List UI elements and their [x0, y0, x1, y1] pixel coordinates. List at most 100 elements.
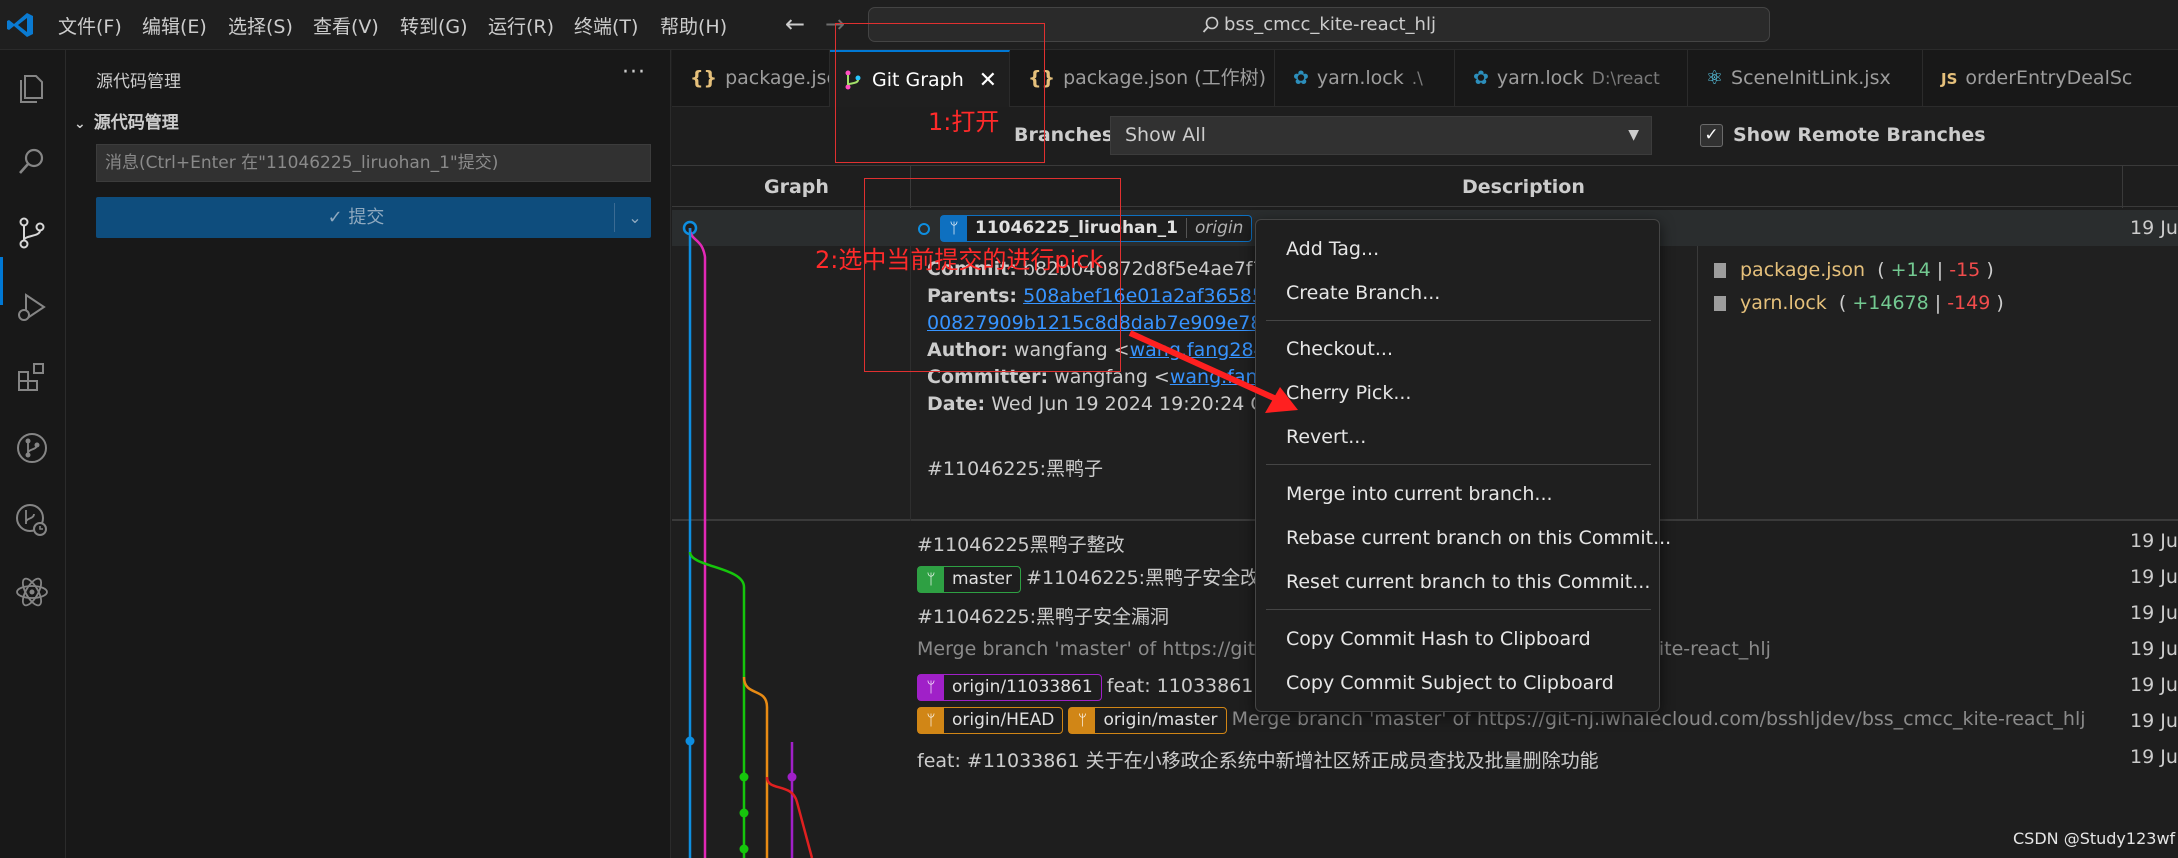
commit-subject: #11046225:黑鸭子安全改造: [1026, 567, 1279, 589]
menu-selection[interactable]: 选择(S): [228, 12, 293, 39]
git-history-icon[interactable]: [12, 500, 52, 540]
column-description: Description: [1462, 176, 1585, 198]
menu-go[interactable]: 转到(G): [400, 12, 468, 39]
commit-date: 19 Jun: [2130, 638, 2178, 660]
react-icon[interactable]: [12, 572, 52, 612]
search-icon[interactable]: [12, 142, 52, 182]
commit-date: 19 Jun: [2130, 566, 2178, 588]
title-bar: 文件(F) 编辑(E) 选择(S) 查看(V) 转到(G) 运行(R) 终端(T…: [0, 0, 2178, 50]
file-icon: [1714, 263, 1726, 278]
annotation-box-selected-commit: [864, 178, 1121, 372]
branch-ref-label[interactable]: ᛘ origin/11033861: [917, 674, 1102, 701]
activity-bar: [0, 50, 66, 858]
branch-ref-label[interactable]: ᛘ origin/HEAD: [917, 707, 1064, 734]
commit-context-menu: Add Tag... Create Branch... Checkout... …: [1255, 219, 1671, 712]
column-divider: [2122, 166, 2123, 208]
branch-icon: ᛘ: [918, 708, 944, 733]
run-debug-icon[interactable]: [12, 287, 52, 327]
annotation-step2: 2:选中当前提交的进行pick: [815, 246, 1104, 274]
js-icon: JS: [1941, 70, 1958, 88]
commit-date: 19 Jun: [2130, 530, 2178, 552]
menu-item-create-branch[interactable]: Create Branch...: [1286, 282, 1440, 304]
branches-value: Show All: [1125, 124, 1206, 146]
tab-label: SceneInitLink.jsx: [1731, 67, 1891, 89]
tab-orderentrydeal[interactable]: JS orderEntryDealSc: [1923, 50, 2178, 107]
command-center-text: bss_cmcc_kite-react_hlj: [1224, 14, 1436, 35]
table-row[interactable]: feat: #11033861 关于在小移政企系统中新增社区矫正成员查找及批量删…: [672, 739, 2178, 775]
show-remote-branches-checkbox[interactable]: ✓: [1700, 124, 1723, 147]
tab-label: package.json: [725, 67, 829, 89]
sidebar-title: 源代码管理: [96, 72, 181, 92]
tab-label: package.json (工作树): [1063, 67, 1267, 89]
annotation-box-git-graph-tab: [835, 23, 1045, 163]
more-actions-icon[interactable]: ···: [622, 60, 646, 85]
menu-item-copy-hash[interactable]: Copy Commit Hash to Clipboard: [1286, 628, 1591, 650]
section-title: 源代码管理: [93, 113, 179, 133]
annotation-arrow-icon: [1128, 330, 1298, 413]
tab-yarn-lock[interactable]: ✿ yarn.lock .\: [1275, 50, 1455, 107]
explorer-icon[interactable]: [12, 68, 52, 108]
panel-divider: [1697, 246, 1698, 521]
branch-ref-label[interactable]: ᛘ master: [917, 566, 1021, 593]
commit-button[interactable]: ✓ 提交 ⌄: [96, 197, 651, 238]
yarn-icon: ✿: [1293, 67, 1309, 89]
menu-run[interactable]: 运行(R): [488, 12, 554, 39]
menu-help[interactable]: 帮助(H): [660, 12, 727, 39]
active-indicator: [0, 257, 3, 305]
commit-date: 19 Jun: [2130, 710, 2178, 732]
tab-sceneinitlink[interactable]: ⚛ SceneInitLink.jsx: [1688, 50, 1923, 107]
commit-message-input[interactable]: [96, 144, 651, 182]
branch-icon: ᛘ: [1069, 708, 1096, 733]
chevron-down-icon: ⌄: [74, 116, 86, 132]
caret-down-icon: ▼: [1628, 127, 1639, 143]
tab-package-json-worktree[interactable]: {} package.json (工作树): [1010, 50, 1275, 107]
commit-date: 19 Jun: [2130, 746, 2178, 768]
menu-separator: [1266, 320, 1651, 321]
menu-separator: [1266, 464, 1651, 465]
commit-subject: feat: #11033861 关于在小移政企系统中新增社区矫正成员查找及批量删…: [917, 750, 1599, 772]
changed-file-item[interactable]: package.json ( +14 | -15 ): [1714, 259, 1994, 281]
tab-label: yarn.lock: [1316, 67, 1404, 89]
menu-edit[interactable]: 编辑(E): [142, 12, 207, 39]
changed-file-item[interactable]: yarn.lock ( +14678 | -149 ): [1714, 292, 2004, 314]
commit-subject: #11046225:黑鸭子安全漏洞: [917, 606, 1170, 628]
menu-item-merge[interactable]: Merge into current branch...: [1286, 483, 1553, 505]
menu-item-copy-subject[interactable]: Copy Commit Subject to Clipboard: [1286, 672, 1614, 694]
show-remote-branches-label[interactable]: Show Remote Branches: [1733, 124, 1986, 146]
remote-name: origin: [1185, 218, 1244, 238]
chevron-down-icon[interactable]: ⌄: [620, 197, 650, 238]
tab-description: D:\react: [1591, 69, 1660, 89]
branches-dropdown[interactable]: Show All ▼: [1110, 116, 1652, 155]
detail-message: #11046225:黑鸭子: [927, 458, 1104, 480]
tab-yarn-lock-react[interactable]: ✿ yarn.lock D:\react: [1455, 50, 1688, 107]
annotation-step1: 1:打开: [928, 108, 1000, 136]
file-icon: [1714, 296, 1726, 311]
menu-item-revert[interactable]: Revert...: [1286, 426, 1366, 448]
column-graph: Graph: [764, 176, 829, 198]
menu-item-rebase[interactable]: Rebase current branch on this Commit...: [1286, 527, 1671, 549]
extensions-icon[interactable]: [12, 358, 52, 398]
back-arrow-icon[interactable]: ←: [785, 10, 805, 38]
source-control-icon[interactable]: [12, 213, 52, 253]
menu-file[interactable]: 文件(F): [58, 12, 122, 39]
git-graph-icon[interactable]: [12, 428, 52, 468]
branch-ref-label[interactable]: ᛘ origin/master: [1068, 707, 1227, 734]
menu-terminal[interactable]: 终端(T): [574, 12, 638, 39]
menu-separator: [1266, 609, 1651, 610]
vscode-logo-icon: [7, 13, 33, 37]
section-header[interactable]: ⌄ 源代码管理: [74, 108, 179, 133]
menu-item-reset[interactable]: Reset current branch to this Commit...: [1286, 571, 1650, 593]
tab-description: .\: [1411, 69, 1423, 89]
branch-icon: ᛘ: [918, 675, 944, 700]
source-control-sidebar: 源代码管理 ··· ⌄ 源代码管理 ✓ 提交 ⌄: [66, 50, 671, 858]
commit-button-label: ✓ 提交: [327, 207, 385, 228]
json-icon: {}: [690, 67, 718, 89]
react-file-icon: ⚛: [1706, 67, 1724, 89]
tab-label: orderEntryDealSc: [1965, 67, 2133, 89]
watermark: CSDN @Study123wf: [2013, 829, 2176, 848]
tab-package-json[interactable]: {} package.json: [672, 50, 830, 107]
search-icon: [1202, 16, 1219, 33]
menu-item-add-tag[interactable]: Add Tag...: [1286, 238, 1379, 260]
yarn-icon: ✿: [1473, 67, 1489, 89]
menu-view[interactable]: 查看(V): [313, 12, 379, 39]
